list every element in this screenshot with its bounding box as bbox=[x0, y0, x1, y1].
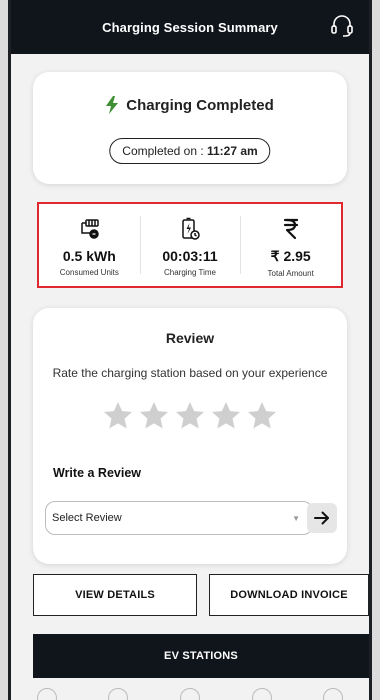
bottom-nav bbox=[11, 688, 369, 700]
top-bar: Charging Session Summary bbox=[11, 0, 369, 54]
charger-plug-icon bbox=[81, 219, 100, 239]
star-icon[interactable] bbox=[246, 400, 278, 432]
completed-time-badge: Completed on : 11:27 am bbox=[109, 138, 271, 164]
battery-timer-icon bbox=[182, 217, 200, 240]
completed-time: 11:27 am bbox=[207, 144, 258, 158]
stat-total-amount: ₹ 2.95 Total Amount bbox=[240, 204, 341, 286]
total-amount-value: ₹ 2.95 bbox=[270, 248, 311, 264]
review-subtitle: Rate the charging station based on your … bbox=[52, 366, 328, 380]
submit-review-button[interactable] bbox=[307, 503, 337, 533]
nav-icon[interactable] bbox=[108, 688, 129, 700]
stat-charging-time: 00:03:11 Charging Time bbox=[139, 204, 241, 286]
lightning-bolt-icon bbox=[106, 96, 119, 114]
charging-time-value: 00:03:11 bbox=[162, 248, 218, 264]
ev-stations-button[interactable]: EV STATIONS bbox=[33, 634, 369, 678]
chevron-down-icon: ▼ bbox=[292, 514, 300, 523]
arrow-right-icon bbox=[314, 511, 329, 525]
review-card: Review Rate the charging station based o… bbox=[33, 308, 347, 564]
star-icon[interactable] bbox=[102, 400, 134, 432]
select-review-value: Select Review bbox=[52, 512, 122, 524]
star-rating bbox=[33, 400, 347, 432]
charging-time-label: Charging Time bbox=[163, 268, 217, 277]
page-title: Charging Session Summary bbox=[102, 19, 278, 35]
view-details-button[interactable]: VIEW DETAILS bbox=[33, 574, 197, 616]
nav-icon[interactable] bbox=[36, 688, 57, 700]
review-title: Review bbox=[165, 330, 215, 346]
download-invoice-button[interactable]: DOWNLOAD INVOICE bbox=[209, 574, 369, 616]
nav-icon[interactable] bbox=[251, 688, 272, 700]
star-icon[interactable] bbox=[210, 400, 242, 432]
star-icon[interactable] bbox=[174, 400, 206, 432]
status-line: Charging Completed bbox=[33, 96, 347, 114]
consumed-units-value: 0.5 kWh bbox=[62, 248, 116, 264]
headset-icon[interactable] bbox=[329, 13, 355, 39]
star-icon[interactable] bbox=[138, 400, 170, 432]
total-amount-label: Total Amount bbox=[267, 269, 314, 278]
stat-consumed-units: 0.5 kWh Consumed Units bbox=[39, 204, 140, 286]
select-review-dropdown[interactable]: Select Review ▼ bbox=[45, 501, 313, 535]
nav-icon[interactable] bbox=[323, 688, 344, 700]
write-review-title: Write a Review bbox=[53, 466, 142, 480]
session-stats: 0.5 kWh Consumed Units 00:03:11 Charging… bbox=[37, 202, 343, 288]
nav-icon[interactable] bbox=[179, 688, 200, 700]
consumed-units-label: Consumed Units bbox=[59, 268, 119, 277]
status-text: Charging Completed bbox=[126, 96, 274, 114]
rupee-icon bbox=[283, 218, 298, 240]
app-screen: Charging Session Summary Charging Comple… bbox=[8, 0, 372, 700]
completed-label: Completed on : bbox=[122, 144, 207, 158]
charging-status-card: Charging Completed Completed on : 11:27 … bbox=[33, 72, 347, 184]
